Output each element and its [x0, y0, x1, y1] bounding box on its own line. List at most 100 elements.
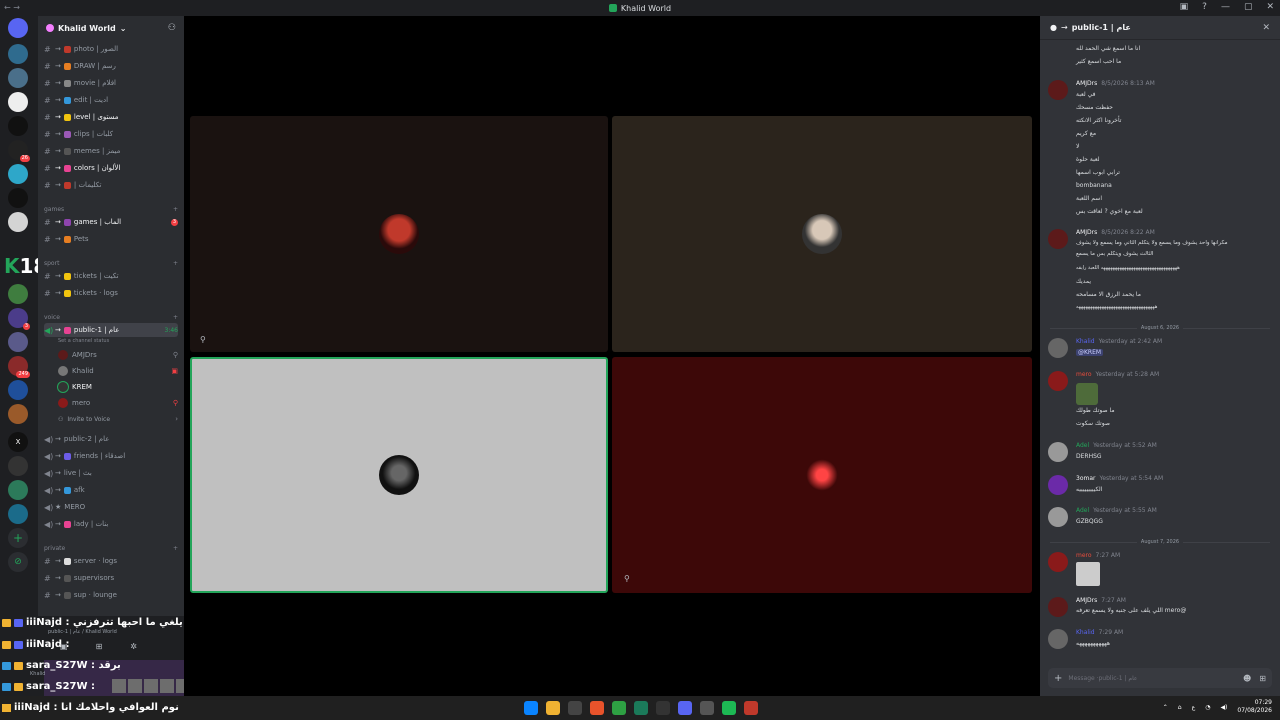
- message-author[interactable]: Khalid: [1076, 338, 1095, 345]
- app-icon[interactable]: [634, 701, 648, 715]
- voice-user[interactable]: AMJDrs ⚲: [58, 348, 178, 362]
- avatar[interactable]: [1048, 338, 1068, 358]
- maximize-button[interactable]: ▢: [1244, 2, 1253, 12]
- avatar[interactable]: [1048, 597, 1068, 617]
- voice-channel[interactable]: ◀) → lady | بنات: [44, 517, 178, 531]
- video-icon[interactable]: ▣: [60, 642, 68, 651]
- channel-item[interactable]: # → tickets | تكيت: [44, 269, 178, 283]
- participant-tile[interactable]: ⚲: [190, 116, 608, 352]
- voice-channel-active[interactable]: ◀) → public-1 | عام 3:46: [44, 323, 178, 337]
- message-author[interactable]: AMJDrs: [1076, 80, 1097, 87]
- wifi-icon[interactable]: ◔: [1205, 704, 1210, 711]
- grid-icon[interactable]: ⊞: [96, 642, 103, 651]
- category-sport[interactable]: sport +: [44, 260, 178, 267]
- channel-item[interactable]: # → edit | اديت: [44, 93, 178, 107]
- voice-channel[interactable]: ◀) ★ MERO: [44, 500, 178, 514]
- voice-user[interactable]: KREM: [58, 380, 178, 394]
- server-header[interactable]: Khalid World ⌄ ⚇: [38, 16, 184, 40]
- voice-channel[interactable]: ◀) → friends | اصدقاء: [44, 449, 178, 463]
- add-channel-icon[interactable]: +: [173, 545, 178, 552]
- brave-icon[interactable]: [590, 701, 604, 715]
- message-author[interactable]: Khalid: [1076, 629, 1095, 636]
- server-icon[interactable]: [8, 188, 28, 208]
- voice-user[interactable]: mero ⚲: [58, 396, 178, 410]
- avatar[interactable]: [1048, 442, 1068, 462]
- add-channel-icon[interactable]: +: [173, 206, 178, 213]
- add-member-icon[interactable]: ⚇: [168, 23, 176, 33]
- message-author[interactable]: Adel: [1076, 442, 1089, 449]
- participant-tile[interactable]: ⚲: [612, 357, 1032, 593]
- message-input[interactable]: Message ·public-1 | عام: [1068, 675, 1137, 682]
- close-button[interactable]: ✕: [1266, 2, 1274, 12]
- message-author[interactable]: mero: [1076, 371, 1092, 378]
- apps-icon[interactable]: ⊞: [1259, 674, 1266, 683]
- server-icon[interactable]: [8, 92, 28, 112]
- avatar[interactable]: [1048, 229, 1068, 249]
- attach-plus-icon[interactable]: +: [1054, 673, 1062, 684]
- avatar[interactable]: [1048, 80, 1068, 100]
- channel-item[interactable]: # → DRAW | رسم: [44, 59, 178, 73]
- language-indicator[interactable]: ع: [1192, 704, 1196, 711]
- add-channel-icon[interactable]: +: [173, 260, 178, 267]
- voice-user[interactable]: Khalid ▣: [58, 364, 178, 378]
- file-explorer-icon[interactable]: [546, 701, 560, 715]
- voice-channel[interactable]: ◀) → afk: [44, 483, 178, 497]
- discord-home-icon[interactable]: [8, 18, 28, 38]
- voice-channel[interactable]: ◀) → live | بث: [44, 466, 178, 480]
- channel-item[interactable]: # → Pets: [44, 232, 178, 246]
- avatar[interactable]: [1048, 507, 1068, 527]
- image-attachment[interactable]: [1076, 562, 1100, 586]
- server-icon[interactable]: X: [8, 432, 28, 452]
- category-games[interactable]: games +: [44, 206, 178, 213]
- explore-icon[interactable]: ⊘: [8, 552, 28, 572]
- add-channel-icon[interactable]: +: [173, 314, 178, 321]
- back-forward-arrows[interactable]: ← →: [4, 3, 20, 12]
- channel-item[interactable]: # → level | مستوى: [44, 110, 178, 124]
- sticker-image[interactable]: [1076, 383, 1098, 405]
- help-icon[interactable]: ?: [1202, 2, 1207, 12]
- clock[interactable]: 07:29 07/08/2026: [1237, 699, 1272, 715]
- emoji-icon[interactable]: ☻: [1243, 674, 1251, 683]
- channel-item[interactable]: # → movie | افلام: [44, 76, 178, 90]
- channel-item[interactable]: # → games | الماب 3: [44, 215, 178, 229]
- chevron-up-icon[interactable]: ⌃: [1163, 704, 1168, 711]
- windows-start-icon[interactable]: [524, 701, 538, 715]
- message-author[interactable]: AMJDrs: [1076, 597, 1097, 604]
- close-icon[interactable]: ✕: [1262, 23, 1270, 33]
- store-icon[interactable]: [568, 701, 582, 715]
- server-icon[interactable]: [8, 116, 28, 136]
- server-icon[interactable]: [8, 164, 28, 184]
- server-icon[interactable]: 249: [8, 356, 30, 378]
- participant-tile[interactable]: [612, 116, 1032, 352]
- app-icon[interactable]: [744, 701, 758, 715]
- minimize-button[interactable]: —: [1221, 2, 1230, 12]
- chrome-icon[interactable]: [612, 701, 626, 715]
- channel-item[interactable]: # → | تكليمات: [44, 178, 178, 192]
- activity-icon[interactable]: ✲: [130, 642, 137, 651]
- channel-item[interactable]: # → photo | الصور: [44, 42, 178, 56]
- message-author[interactable]: 3omar: [1076, 475, 1095, 482]
- volume-icon[interactable]: ◀): [1220, 704, 1227, 711]
- server-icon[interactable]: 3: [8, 308, 30, 330]
- discord-icon[interactable]: [678, 701, 692, 715]
- voice-channel[interactable]: ◀) → public-2 | عام: [44, 432, 178, 446]
- avatar[interactable]: [1048, 552, 1068, 572]
- server-icon[interactable]: 26: [8, 140, 30, 162]
- server-icon[interactable]: [8, 480, 28, 500]
- user-mention[interactable]: @KREM: [1076, 349, 1104, 356]
- channel-item[interactable]: # → memes | ميمز: [44, 144, 178, 158]
- message-author[interactable]: mero: [1076, 552, 1092, 559]
- settings-icon[interactable]: [700, 701, 714, 715]
- server-icon[interactable]: [8, 504, 28, 524]
- server-icon[interactable]: [8, 456, 28, 476]
- channel-item[interactable]: # → supervisors: [44, 571, 178, 585]
- server-icon[interactable]: [8, 380, 28, 400]
- channel-item[interactable]: # → clips | كلبات: [44, 127, 178, 141]
- server-icon[interactable]: [8, 284, 28, 304]
- invite-to-voice[interactable]: ⚇ Invite to Voice ›: [58, 412, 178, 426]
- server-icon[interactable]: [8, 44, 28, 64]
- message-author[interactable]: AMJDrs: [1076, 229, 1097, 236]
- category-voice[interactable]: voice +: [44, 314, 178, 321]
- server-icon[interactable]: [8, 404, 28, 424]
- avatar[interactable]: [1048, 475, 1068, 495]
